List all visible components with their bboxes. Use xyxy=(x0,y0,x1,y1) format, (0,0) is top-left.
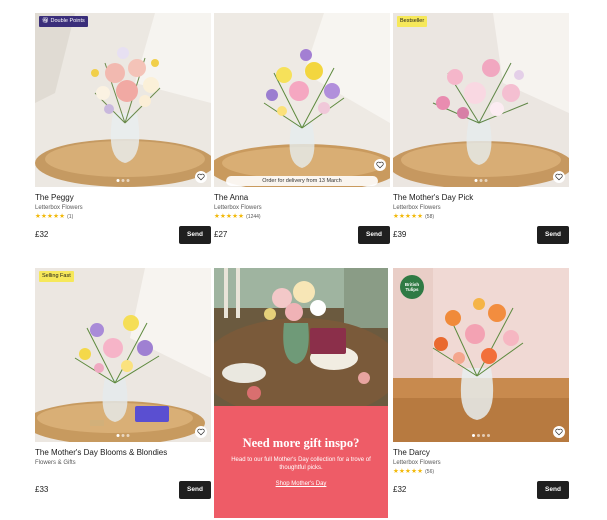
product-card-blooms-blondies[interactable]: Selling Fast The Mother's Day Blooms & B… xyxy=(35,268,211,499)
promo-gift-inspo[interactable]: Need more gift inspo? Head to our full M… xyxy=(214,268,388,518)
product-card-peggy[interactable]: 🎁︎ Double Points The Peggy Letterbox Flo… xyxy=(35,13,211,244)
carousel-dots[interactable] xyxy=(116,179,130,182)
product-rating: ★★★★★ (1) xyxy=(35,213,211,221)
product-brand: Letterbox Flowers xyxy=(214,205,262,211)
delivery-note: Order for delivery from 13 March xyxy=(226,176,378,186)
product-brand: Letterbox Flowers xyxy=(393,205,441,211)
rating-stars: ★★★★★ xyxy=(35,213,66,220)
product-name[interactable]: The Anna xyxy=(214,193,390,203)
product-rating: ★★★★★ (1244) xyxy=(214,213,390,221)
wishlist-heart-icon[interactable] xyxy=(553,426,565,438)
wishlist-heart-icon[interactable] xyxy=(374,159,386,171)
product-image[interactable]: Bestseller xyxy=(393,13,569,187)
product-card-darcy[interactable]: British Tulips The Darcy Letterbox Flower… xyxy=(393,268,569,499)
rating-stars: ★★★★★ xyxy=(393,468,424,475)
product-brand: Flowers & Gifts xyxy=(35,460,76,466)
badge-selling-fast: Selling Fast xyxy=(39,271,74,282)
badge-double-points: 🎁︎ Double Points xyxy=(39,16,88,27)
review-count: (58) xyxy=(425,214,435,220)
review-count: (1244) xyxy=(246,214,261,220)
british-tulips-sticker: British Tulips xyxy=(400,275,424,299)
rating-stars: ★★★★★ xyxy=(214,213,245,220)
product-brand: Letterbox Flowers xyxy=(35,205,83,211)
carousel-dots[interactable] xyxy=(474,179,488,182)
bouquet-photo xyxy=(35,13,211,187)
product-price: £32 xyxy=(35,230,49,239)
product-name[interactable]: The Darcy xyxy=(393,448,569,458)
product-name[interactable]: The Peggy xyxy=(35,193,211,203)
carousel-dots[interactable] xyxy=(116,434,130,437)
bouquet-photo xyxy=(214,13,390,187)
promo-text: Head to our full Mother's Day collection… xyxy=(231,457,371,471)
product-price: £27 xyxy=(214,230,228,239)
badge-bestseller: Bestseller xyxy=(397,16,428,27)
product-price: £39 xyxy=(393,230,407,239)
review-count: (1) xyxy=(67,214,74,220)
product-image[interactable]: 🎁︎ Double Points xyxy=(35,13,211,187)
send-button[interactable]: Send xyxy=(358,226,390,244)
send-button[interactable]: Send xyxy=(179,226,211,244)
product-rating: ★★★★★ (58) xyxy=(393,213,569,221)
send-button[interactable]: Send xyxy=(179,481,211,499)
product-name[interactable]: The Mother's Day Blooms & Blondies xyxy=(35,448,211,458)
send-button[interactable]: Send xyxy=(537,481,569,499)
promo-title: Need more gift inspo? xyxy=(242,436,360,450)
bouquet-photo xyxy=(393,13,569,187)
product-rating xyxy=(35,468,211,476)
wishlist-heart-icon[interactable] xyxy=(553,171,565,183)
product-brand: Letterbox Flowers xyxy=(393,460,441,466)
gift-icon: 🎁︎ xyxy=(42,18,51,24)
bouquet-photo xyxy=(35,268,211,442)
product-price: £32 xyxy=(393,485,407,494)
product-image[interactable]: Selling Fast xyxy=(35,268,211,442)
promo-panel: Need more gift inspo? Head to our full M… xyxy=(214,406,388,518)
product-rating: ★★★★★ (56) xyxy=(393,468,569,476)
product-card-anna[interactable]: Order for delivery from 13 March The Ann… xyxy=(214,13,390,244)
shop-mothers-day-link[interactable]: Shop Mother's Day xyxy=(276,481,327,487)
send-button[interactable]: Send xyxy=(537,226,569,244)
product-name[interactable]: The Mother's Day Pick xyxy=(393,193,569,203)
wishlist-heart-icon[interactable] xyxy=(195,171,207,183)
rating-stars: ★★★★★ xyxy=(393,213,424,220)
promo-image xyxy=(214,268,388,406)
product-card-mothers-day-pick[interactable]: Bestseller The Mother's Day Pick Letterb… xyxy=(393,13,569,244)
product-price: £33 xyxy=(35,485,49,494)
carousel-dots[interactable] xyxy=(472,434,490,437)
wishlist-heart-icon[interactable] xyxy=(195,426,207,438)
review-count: (56) xyxy=(425,469,435,475)
table-scene-photo xyxy=(214,268,388,406)
product-image[interactable]: British Tulips xyxy=(393,268,569,442)
product-image[interactable]: Order for delivery from 13 March xyxy=(214,13,390,187)
